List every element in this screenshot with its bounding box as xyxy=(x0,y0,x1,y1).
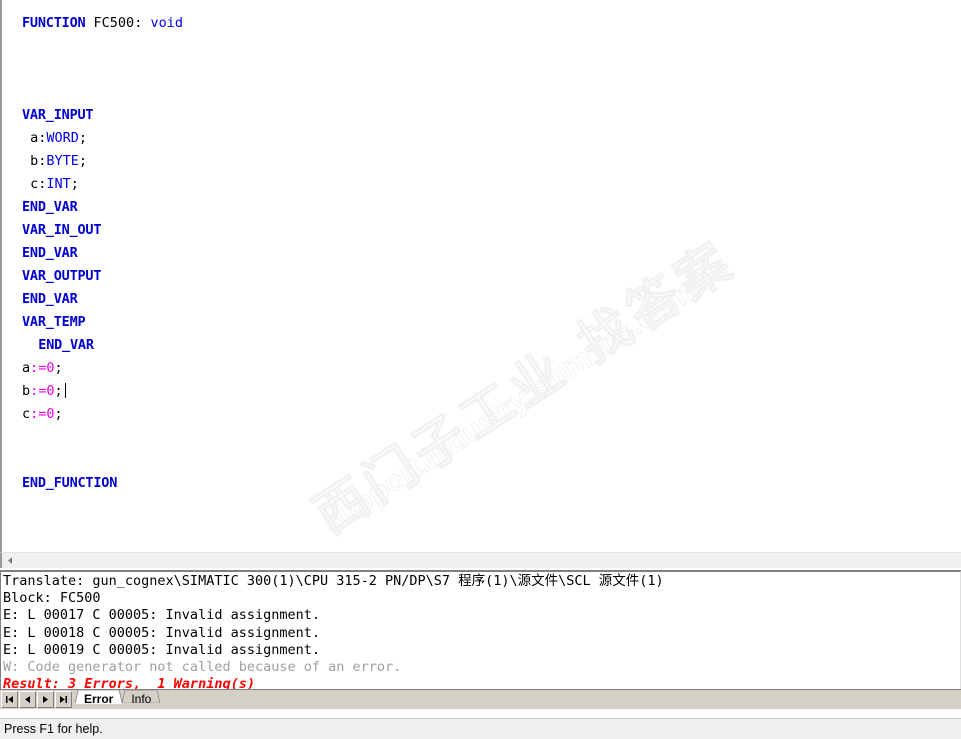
code-token-pn: ; xyxy=(78,153,88,169)
code-token-op: := xyxy=(30,360,47,376)
code-token-typ: INT xyxy=(46,176,71,192)
code-line: END_VAR xyxy=(2,242,961,265)
tab-info-label: Info xyxy=(131,692,152,706)
output-tabstrip: Error Info xyxy=(0,689,961,709)
code-line: b:BYTE; xyxy=(2,150,961,173)
code-token-kw: END_VAR xyxy=(22,199,78,215)
output-tabs: Error Info xyxy=(75,690,161,709)
code-line: c:=0; xyxy=(2,403,961,426)
output-line-err: E: L 00018 C 00005: Invalid assignment. xyxy=(3,624,320,641)
code-token-kw: END_FUNCTION xyxy=(22,475,118,491)
code-line: VAR_OUTPUT xyxy=(2,265,961,288)
last-record-button[interactable] xyxy=(55,691,72,708)
code-line: END_VAR xyxy=(2,334,961,357)
output-line-err: E: L 00017 C 00005: Invalid assignment. xyxy=(3,607,320,624)
code-line: VAR_TEMP xyxy=(2,311,961,334)
first-record-button[interactable] xyxy=(1,691,18,708)
source-code-text[interactable]: FUNCTION FC500: void VAR_INPUT a:WORD; b… xyxy=(2,0,961,495)
code-line: c:INT; xyxy=(2,173,961,196)
triangle-left-icon[interactable] xyxy=(2,553,18,568)
code-token-pn: c: xyxy=(22,176,47,192)
code-token-num: 0 xyxy=(46,360,55,376)
tab-error[interactable]: Error xyxy=(75,690,123,708)
code-line: b:=0; xyxy=(2,380,961,403)
code-token-pn: ; xyxy=(54,383,63,399)
tab-nav-buttons xyxy=(0,690,73,708)
code-token-num: 0 xyxy=(46,383,55,399)
code-line: END_FUNCTION xyxy=(2,472,961,495)
code-editor-pane[interactable]: 西门子工业 找答案 support.industry.siemens.com/c… xyxy=(0,0,961,552)
code-line: END_VAR xyxy=(2,196,961,219)
code-token-kw: END_VAR xyxy=(22,245,78,261)
code-token-kw: VAR_TEMP xyxy=(22,314,86,330)
code-line: a:=0; xyxy=(2,357,961,380)
code-line: VAR_INPUT xyxy=(2,104,961,127)
scl-editor-window: 西门子工业 找答案 support.industry.siemens.com/c… xyxy=(0,0,961,739)
code-token-pn: ; xyxy=(78,130,88,146)
code-token-pn: b: xyxy=(22,153,47,169)
code-token-pn: a xyxy=(22,360,31,376)
code-token-pn: c xyxy=(22,406,31,422)
horizontal-scrollbar[interactable] xyxy=(0,552,961,568)
code-token-pn: ; xyxy=(54,406,63,422)
code-token-pn: b xyxy=(22,383,31,399)
scrollbar-track[interactable] xyxy=(18,553,961,568)
code-line: a:WORD; xyxy=(2,127,961,150)
code-token-kw: VAR_IN_OUT xyxy=(22,222,102,238)
code-token-pn xyxy=(22,337,38,353)
previous-record-button[interactable] xyxy=(19,691,36,708)
output-pane: Translate: gun_cognex\SIMATIC 300(1)\CPU… xyxy=(0,571,961,718)
output-line-err: Translate: gun_cognex\SIMATIC 300(1)\CPU… xyxy=(3,573,664,589)
tab-error-label: Error xyxy=(84,692,114,706)
compiler-output-text[interactable]: Translate: gun_cognex\SIMATIC 300(1)\CPU… xyxy=(0,571,961,689)
code-token-pn: ; xyxy=(54,360,63,376)
status-bar: Press F1 for help. xyxy=(0,718,961,739)
output-line-err: E: L 00019 C 00005: Invalid assignment. xyxy=(3,641,320,658)
code-token-pn: FC500: xyxy=(85,15,151,31)
output-line-warn: W: Code generator not called because of … xyxy=(3,658,402,675)
code-token-pn: a: xyxy=(22,130,47,146)
code-token-op: := xyxy=(30,406,47,422)
code-line: FUNCTION FC500: void xyxy=(2,12,961,35)
code-token-op: := xyxy=(30,383,47,399)
code-token-typ: WORD xyxy=(46,130,79,146)
code-token-num: 0 xyxy=(46,406,55,422)
code-token-kw: VAR_OUTPUT xyxy=(22,268,102,284)
next-record-button[interactable] xyxy=(37,691,54,708)
code-line: VAR_IN_OUT xyxy=(2,219,961,242)
code-token-typ: void xyxy=(150,15,183,31)
code-token-kw: VAR_INPUT xyxy=(22,107,94,123)
code-token-kw: END_VAR xyxy=(38,337,94,353)
code-token-kw: FUNCTION xyxy=(22,15,86,31)
code-token-typ: BYTE xyxy=(46,153,79,169)
output-line-result: Result: 3 Errors, 1 Warning(s) xyxy=(3,676,255,689)
text-cursor xyxy=(64,383,66,398)
output-line-err: Block: FC500 xyxy=(3,590,101,607)
code-token-kw: END_VAR xyxy=(22,291,78,307)
tab-info[interactable]: Info xyxy=(122,690,161,708)
status-bar-text: Press F1 for help. xyxy=(4,722,103,736)
code-line: END_VAR xyxy=(2,288,961,311)
code-token-pn: ; xyxy=(70,176,79,192)
